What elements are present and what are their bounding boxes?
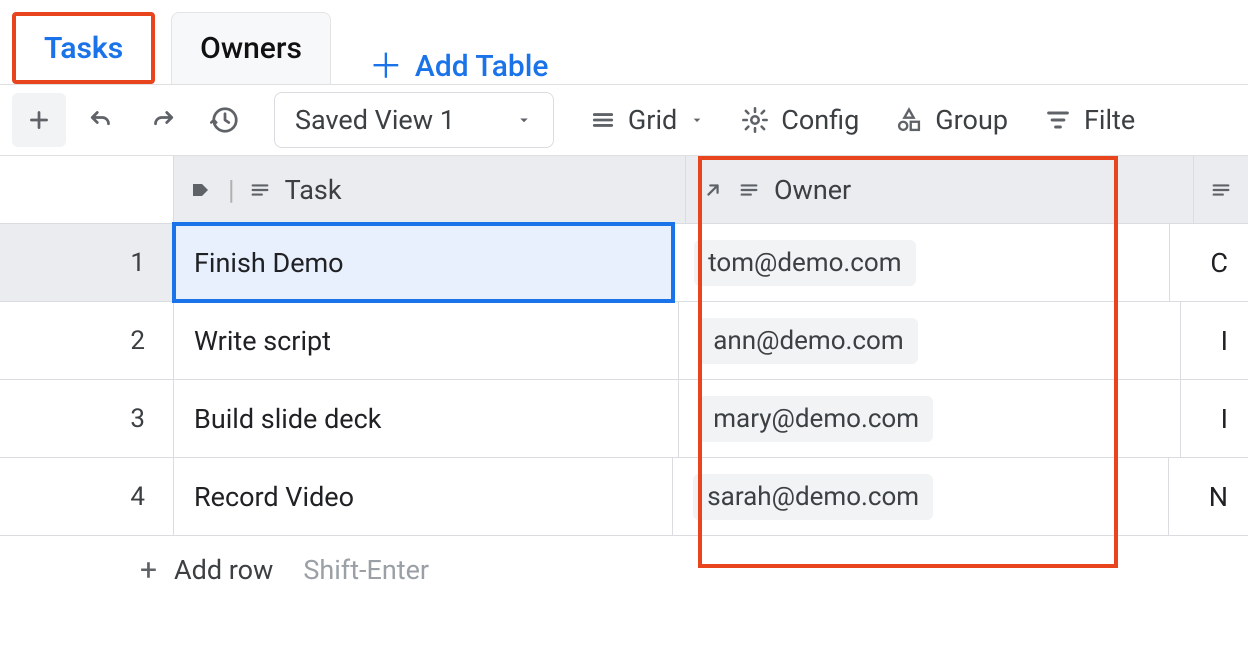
row-number: 2 <box>0 302 174 379</box>
table-row[interactable]: 3 Build slide deck mary@demo.com I <box>0 380 1248 458</box>
column-header-extra[interactable] <box>1194 156 1248 223</box>
row-number-header <box>0 156 174 223</box>
add-table-button[interactable]: ＋ Add Table <box>369 49 549 84</box>
add-table-label: Add Table <box>415 49 549 84</box>
plus-icon: + <box>140 553 157 588</box>
plus-icon: ＋ <box>369 50 403 84</box>
group-label: Group <box>935 104 1008 136</box>
table-row[interactable]: 2 Write script ann@demo.com I <box>0 302 1248 380</box>
owner-pill: tom@demo.com <box>694 240 915 286</box>
text-icon <box>249 179 271 201</box>
add-row-hint: Shift-Enter <box>303 554 429 586</box>
column-header-task[interactable]: | Task <box>174 156 686 223</box>
extra-cell[interactable]: C <box>1170 224 1248 301</box>
owner-pill: mary@demo.com <box>699 396 933 442</box>
list-icon <box>590 107 616 133</box>
table-row[interactable]: 1 Finish Demo tom@demo.com C <box>0 224 1248 302</box>
saved-view-dropdown[interactable]: Saved View 1 <box>274 92 554 148</box>
owner-cell[interactable]: mary@demo.com <box>679 380 1180 457</box>
column-task-label: Task <box>285 174 342 206</box>
filter-icon <box>1044 106 1072 134</box>
add-row-label: Add row <box>174 554 273 586</box>
row-number: 3 <box>0 380 174 457</box>
text-icon <box>738 179 760 201</box>
task-cell[interactable]: Build slide deck <box>174 380 679 457</box>
history-button[interactable] <box>198 93 252 147</box>
gear-icon <box>741 106 769 134</box>
group-button[interactable]: Group <box>895 104 1008 136</box>
owner-pill: ann@demo.com <box>699 318 917 364</box>
column-header-owner[interactable]: Owner <box>686 156 1194 223</box>
add-row-button[interactable]: + Add row Shift-Enter <box>0 536 1248 604</box>
config-label: Config <box>781 104 859 136</box>
extra-cell[interactable]: I <box>1181 302 1248 379</box>
owner-cell[interactable]: sarah@demo.com <box>673 458 1168 535</box>
filter-label: Filte <box>1084 104 1135 136</box>
add-button[interactable] <box>12 93 66 147</box>
tab-owners[interactable]: Owners <box>171 12 331 84</box>
column-owner-label: Owner <box>774 174 851 206</box>
extra-cell[interactable]: I <box>1181 380 1248 457</box>
grid-label: Grid <box>628 104 677 136</box>
filter-button[interactable]: Filte <box>1044 104 1135 136</box>
extra-cell[interactable]: N <box>1169 458 1248 535</box>
owner-cell[interactable]: ann@demo.com <box>679 302 1180 379</box>
divider: | <box>228 174 235 206</box>
owner-pill: sarah@demo.com <box>693 474 933 520</box>
arrow-up-right-icon <box>702 179 724 201</box>
task-cell[interactable]: Record Video <box>174 458 673 535</box>
text-icon <box>1210 179 1232 201</box>
undo-button[interactable] <box>74 93 128 147</box>
saved-view-label: Saved View 1 <box>295 104 455 136</box>
grid-view-dropdown[interactable]: Grid <box>590 104 705 136</box>
task-cell[interactable]: Finish Demo <box>174 224 674 301</box>
toolbar: Saved View 1 Grid Config Group Filte <box>0 84 1248 156</box>
task-cell[interactable]: Write script <box>174 302 679 379</box>
owner-cell[interactable]: tom@demo.com <box>674 224 1170 301</box>
tab-tasks[interactable]: Tasks <box>12 12 155 84</box>
row-number: 4 <box>0 458 174 535</box>
redo-button[interactable] <box>136 93 190 147</box>
shapes-icon <box>895 106 923 134</box>
caret-down-icon <box>515 111 533 129</box>
data-table: | Task Owner 1 Finish Demo tom@demo.com … <box>0 156 1248 604</box>
row-number: 1 <box>0 224 174 301</box>
tag-icon <box>190 178 214 202</box>
table-row[interactable]: 4 Record Video sarah@demo.com N <box>0 458 1248 536</box>
caret-down-icon <box>689 112 705 128</box>
config-button[interactable]: Config <box>741 104 859 136</box>
